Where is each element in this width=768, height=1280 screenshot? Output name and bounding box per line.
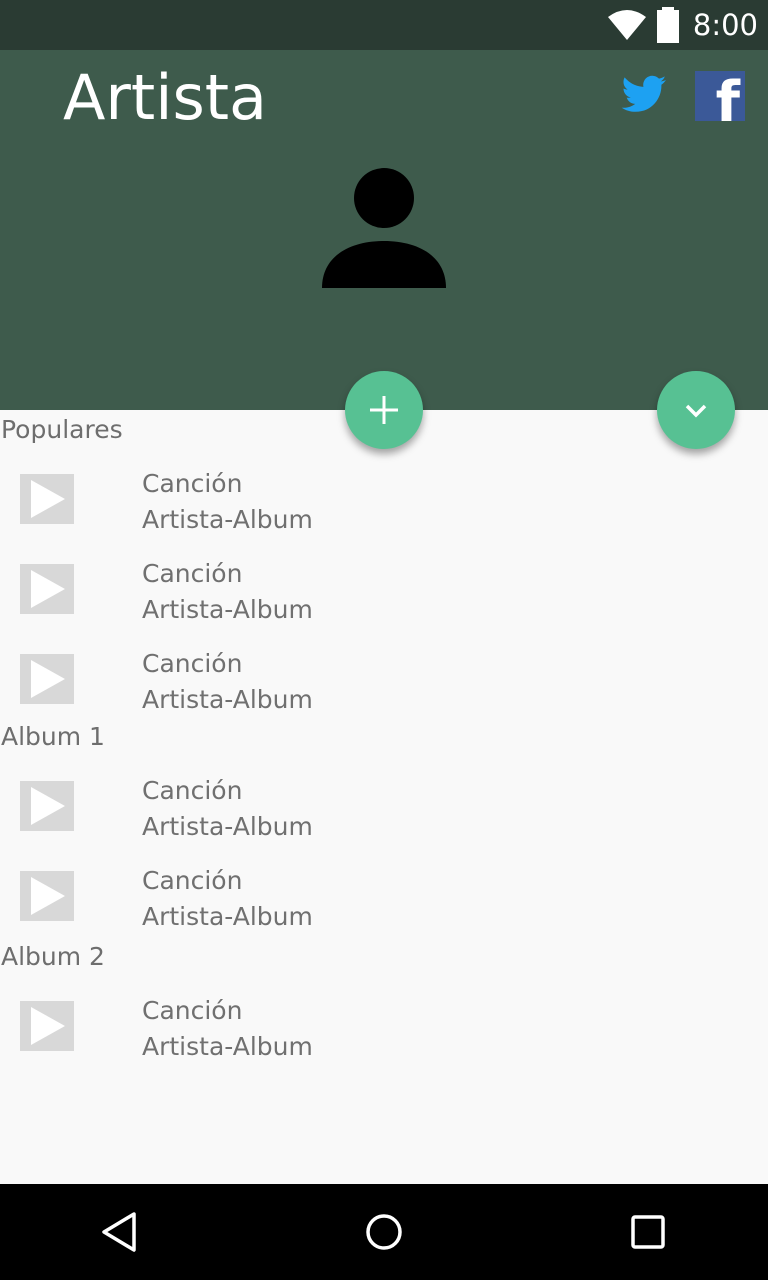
battery-icon	[656, 7, 679, 43]
song-subtitle: Artista-Album	[142, 505, 313, 534]
play-icon[interactable]	[20, 1001, 74, 1051]
song-row[interactable]: Canción Artista-Album	[0, 977, 768, 1067]
song-title: Canción	[142, 469, 243, 498]
person-icon	[322, 168, 446, 288]
song-row[interactable]: Canción Artista-Album	[0, 847, 768, 937]
section-header-album-1: Album 1	[1, 722, 105, 751]
song-subtitle: Artista-Album	[142, 685, 313, 714]
play-icon[interactable]	[20, 564, 74, 614]
song-title: Canción	[142, 559, 243, 588]
play-icon[interactable]	[20, 654, 74, 704]
song-row[interactable]: Canción Artista-Album	[0, 630, 768, 717]
artist-header: Artista f	[0, 50, 768, 410]
song-subtitle: Artista-Album	[142, 595, 313, 624]
song-subtitle: Artista-Album	[142, 902, 313, 931]
song-subtitle: Artista-Album	[142, 812, 313, 841]
play-icon[interactable]	[20, 871, 74, 921]
song-row[interactable]: Canción Artista-Album	[0, 450, 768, 540]
track-list: Populares Canción Artista-Album Canción …	[0, 410, 768, 1184]
song-row[interactable]: Canción Artista-Album	[0, 757, 768, 847]
facebook-icon[interactable]: f	[695, 71, 745, 121]
status-bar: 8:00	[0, 0, 768, 50]
recent-apps-icon[interactable]	[624, 1208, 672, 1256]
back-icon[interactable]	[96, 1208, 144, 1256]
song-title: Canción	[142, 866, 243, 895]
wifi-icon	[607, 10, 646, 40]
song-title: Canción	[142, 996, 243, 1025]
play-icon[interactable]	[20, 474, 74, 524]
section-header-populares: Populares	[1, 415, 123, 444]
page-title: Artista	[63, 61, 268, 134]
status-time: 8:00	[692, 8, 758, 42]
song-title: Canción	[142, 649, 243, 678]
home-icon[interactable]	[360, 1208, 408, 1256]
song-subtitle: Artista-Album	[142, 1032, 313, 1061]
status-icons: 8:00	[607, 0, 758, 50]
play-icon[interactable]	[20, 781, 74, 831]
navigation-bar	[0, 1184, 768, 1280]
song-title: Canción	[142, 776, 243, 805]
section-header-album-2: Album 2	[1, 942, 105, 971]
song-row[interactable]: Canción Artista-Album	[0, 540, 768, 630]
twitter-icon[interactable]	[620, 70, 668, 118]
facebook-glyph: f	[715, 71, 740, 122]
screen: 8:00 Artista f Populares Canción Artista…	[0, 0, 768, 1280]
